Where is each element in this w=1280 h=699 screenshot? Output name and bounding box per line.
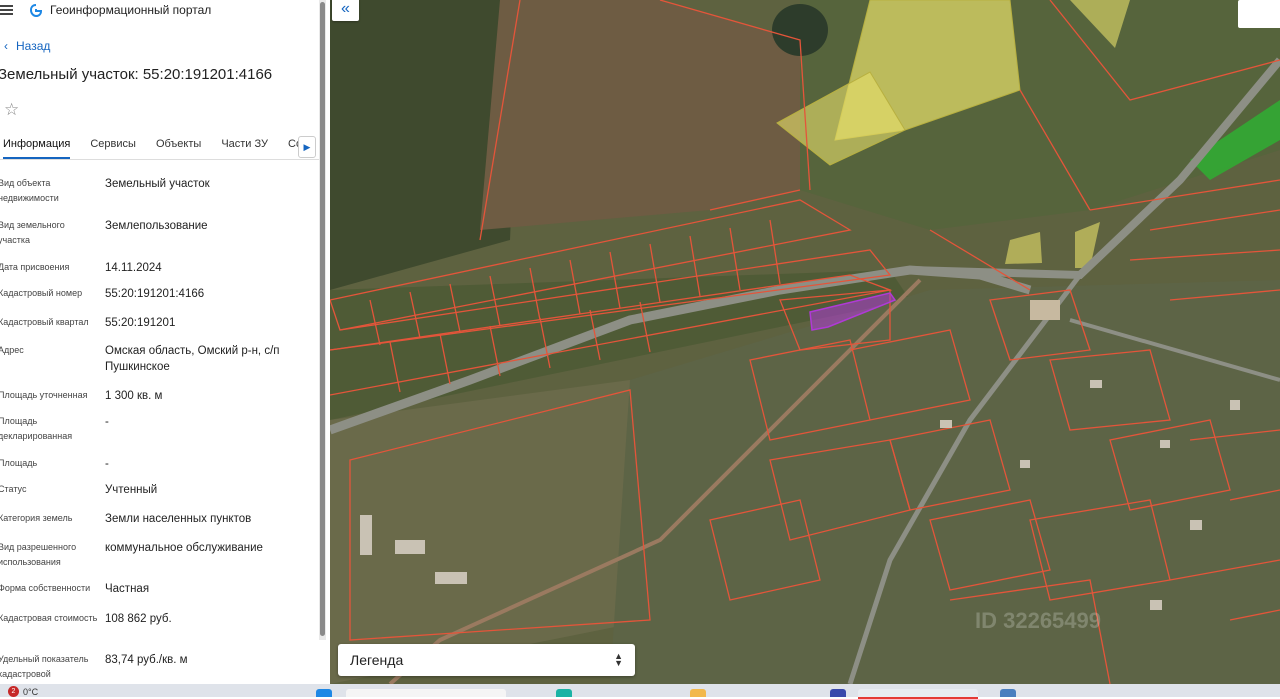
tab-services[interactable]: Сервисы bbox=[90, 135, 136, 159]
map-view[interactable] bbox=[330, 0, 1280, 684]
watermark: ID 32265499 bbox=[975, 608, 1101, 633]
menu-icon[interactable] bbox=[0, 5, 14, 15]
start-icon[interactable] bbox=[316, 689, 332, 697]
back-link[interactable]: ‹ Назад bbox=[4, 39, 50, 53]
weather-widget[interactable]: 2 0°C bbox=[8, 686, 38, 697]
tab-information[interactable]: Информация bbox=[3, 135, 71, 159]
portal-logo-icon bbox=[30, 3, 42, 17]
temperature: 0°C bbox=[23, 686, 39, 697]
satellite-map[interactable] bbox=[330, 0, 1280, 684]
chrome-icon[interactable] bbox=[858, 689, 978, 699]
app-header: Геоинформационный портал bbox=[0, 0, 330, 20]
scrollbar-thumb[interactable] bbox=[320, 2, 325, 636]
legend-select[interactable]: Легенда ▲ ▼ bbox=[338, 644, 635, 676]
taskbar bbox=[0, 684, 1280, 697]
folder-icon[interactable] bbox=[690, 689, 706, 697]
info-panel: Геоинформационный портал ‹ Назад Земельн… bbox=[0, 0, 330, 684]
map-control-button[interactable] bbox=[1238, 0, 1280, 28]
tab-objects[interactable]: Объекты bbox=[156, 135, 201, 159]
chevron-left-icon: ‹ bbox=[4, 39, 8, 53]
object-title: Земельный участок: 55:20:191201:4166 bbox=[0, 66, 273, 83]
select-arrows-icon: ▲ ▼ bbox=[614, 651, 623, 668]
tab-bar: Информация Сервисы Объекты Части ЗУ Сост… bbox=[0, 135, 320, 160]
panel-scrollbar[interactable] bbox=[319, 0, 326, 640]
app-icon[interactable] bbox=[1000, 689, 1016, 697]
app-title: Геоинформационный портал bbox=[50, 3, 212, 17]
collapse-panel-button[interactable]: « bbox=[332, 0, 359, 21]
search-box[interactable] bbox=[346, 689, 506, 697]
tab-parts[interactable]: Части ЗУ bbox=[221, 135, 268, 159]
tabs-scroll-right-icon[interactable]: ▶ bbox=[298, 136, 316, 158]
legend-label: Легенда bbox=[350, 652, 404, 668]
back-label: Назад bbox=[16, 39, 51, 53]
favorite-star-icon[interactable]: ☆ bbox=[4, 100, 19, 120]
browser-icon[interactable] bbox=[556, 689, 572, 697]
plowed-field bbox=[480, 0, 800, 230]
notification-badge: 2 bbox=[8, 686, 19, 697]
app-icon[interactable] bbox=[830, 689, 846, 697]
